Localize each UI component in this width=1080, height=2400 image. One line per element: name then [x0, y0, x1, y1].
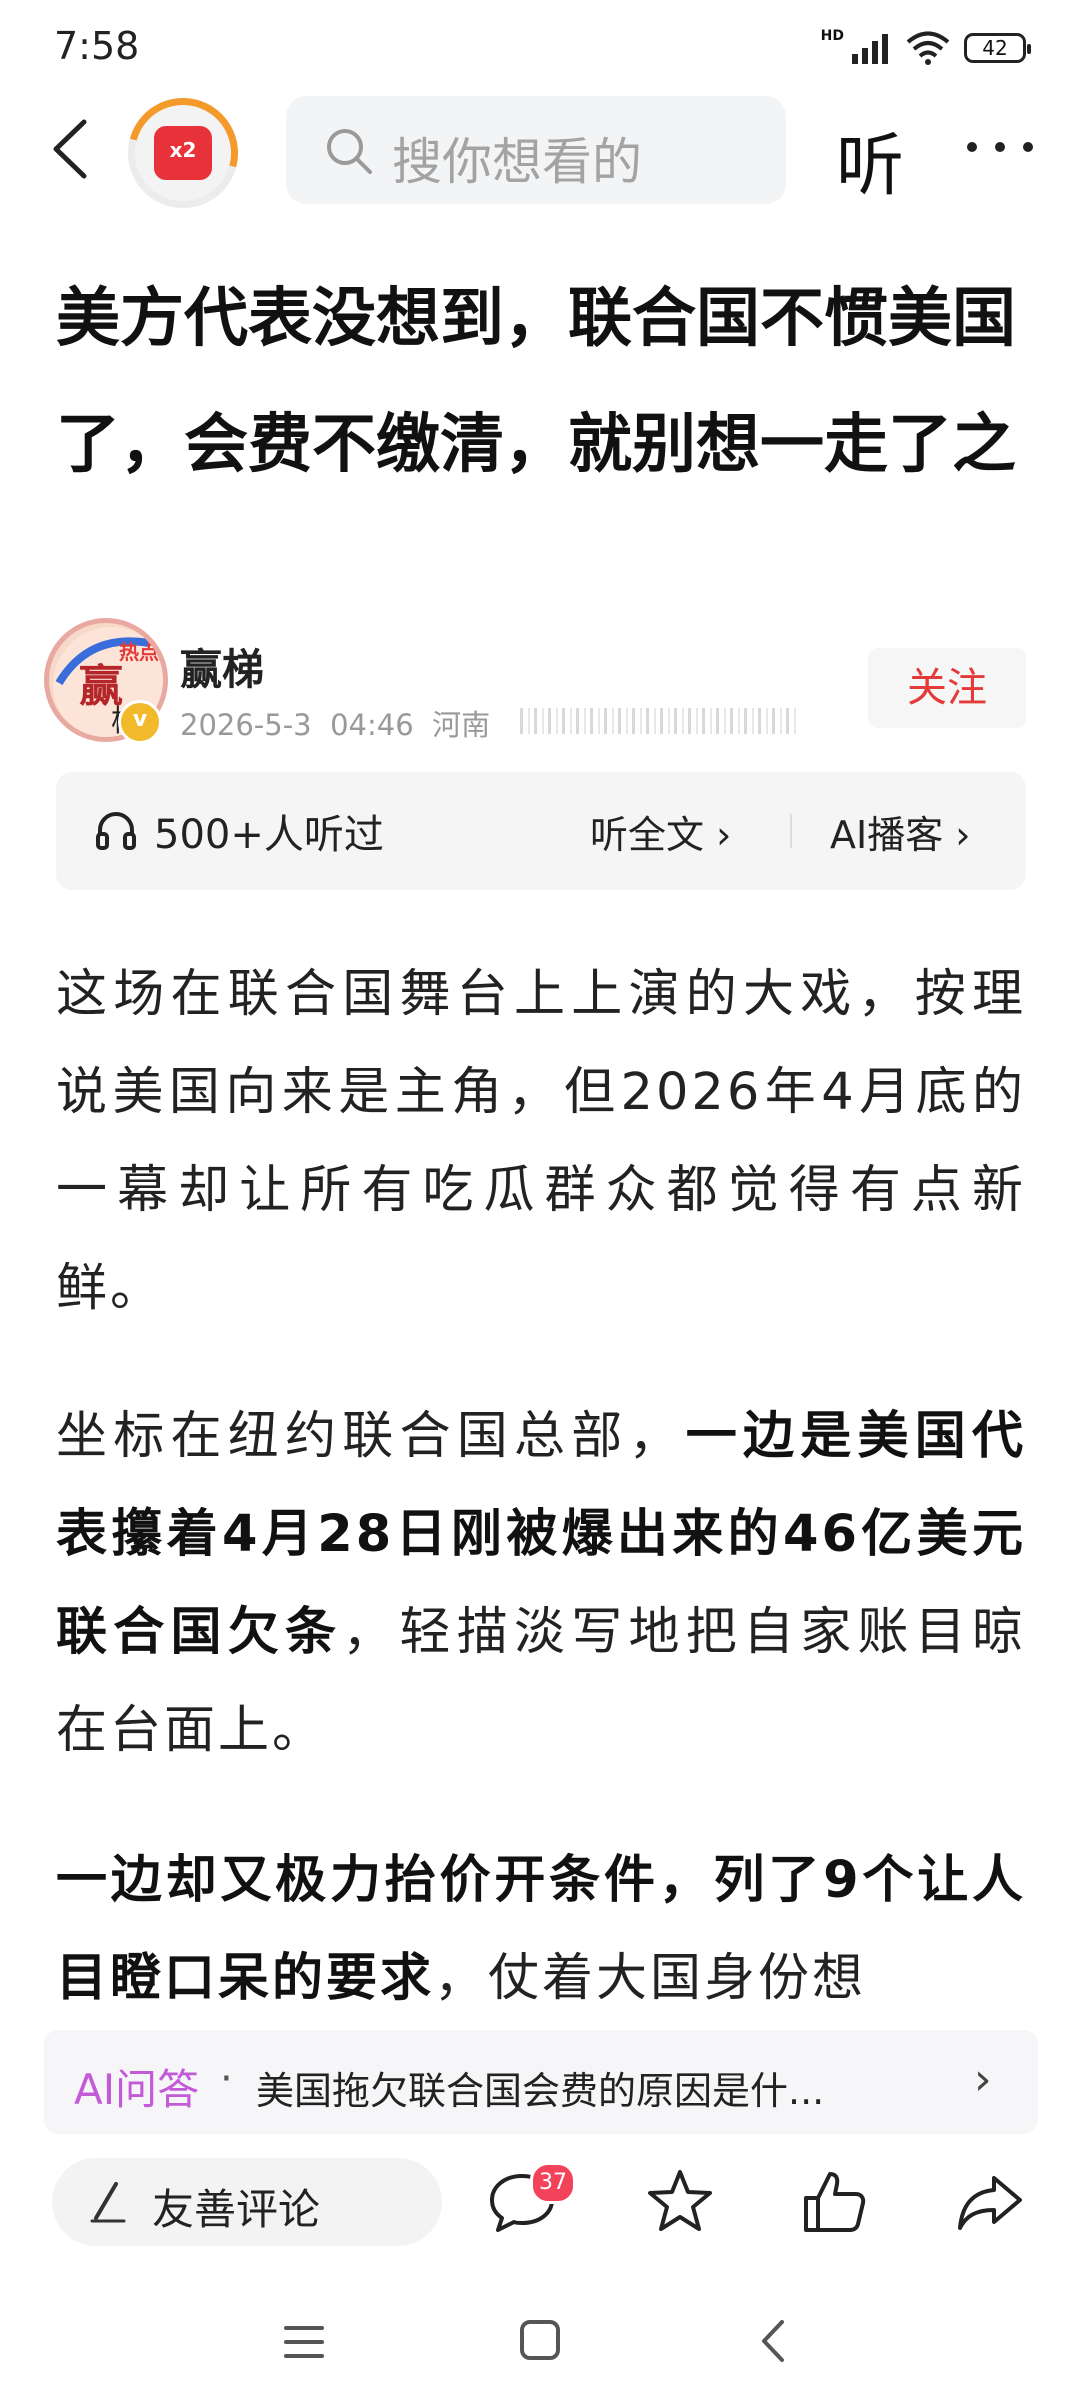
listen-count: 500+人听过	[154, 812, 384, 858]
back-icon[interactable]	[754, 2316, 794, 2366]
divider	[790, 814, 792, 848]
author-location: 河南	[432, 708, 491, 742]
battery-icon: 42	[964, 33, 1031, 63]
wifi-icon	[906, 31, 950, 65]
ai-qa-question: 美国拖欠联合国会费的原因是什...	[256, 2069, 825, 2113]
reward-multiplier: x2	[169, 138, 197, 162]
chevron-right-icon: ›	[974, 2054, 992, 2105]
article-title: 美方代表没想到，联合国不惯美国了，会费不缴清，就别想一走了之	[56, 282, 1016, 482]
menu-icon[interactable]	[282, 2320, 326, 2364]
paragraph-text: 坐标在纽约联合国总部，	[56, 1407, 686, 1466]
search-input[interactable]: 搜你想看的	[286, 96, 786, 204]
back-icon[interactable]	[40, 114, 110, 184]
ai-qa-bar[interactable]: AI问答 · 美国拖欠联合国会费的原因是什... ›	[44, 2030, 1038, 2134]
follow-button[interactable]: 关注	[868, 648, 1026, 728]
star-icon[interactable]	[644, 2166, 716, 2238]
listen-button[interactable]: 听	[836, 110, 904, 209]
network-type: HD	[820, 28, 844, 44]
bottom-action-bar: 友善评论 37	[0, 2134, 1080, 2284]
headphone-icon	[96, 812, 136, 850]
publish-date: 2026-5-3	[180, 708, 312, 742]
author-meta: 2026-5-3 04:46 河南	[180, 702, 490, 744]
status-bar: 7:58 HD 42	[0, 0, 1080, 90]
ai-podcast-button[interactable]: AI播客 ›	[830, 804, 970, 859]
svg-text:热点: 热点	[119, 640, 159, 664]
share-icon[interactable]	[954, 2166, 1026, 2238]
thumbs-up-icon[interactable]	[798, 2166, 870, 2238]
comment-count-badge: 37	[530, 2162, 576, 2204]
search-icon	[327, 129, 372, 174]
blurred-info	[520, 708, 800, 734]
article-paragraph: 一边却又极力抬价开条件，列了9个让人目瞪口呆的要求，仗着大国身份想	[56, 1832, 1026, 2028]
more-options-icon[interactable]	[960, 122, 1040, 172]
paragraph-text: ，仗着大国身份想	[434, 1949, 867, 2008]
publish-time: 04:46	[330, 708, 414, 742]
verified-icon: v	[118, 700, 162, 744]
listen-full-text-button[interactable]: 听全文 ›	[590, 804, 731, 859]
ai-qa-separator: ·	[220, 2056, 233, 2102]
author-name[interactable]: 赢梯	[180, 636, 264, 697]
home-icon[interactable]	[518, 2318, 562, 2362]
top-nav-bar: x2 搜你想看的 听	[0, 77, 1080, 229]
listen-bar: 500+人听过 听全文 › AI播客 ›	[56, 772, 1026, 890]
comment-placeholder: 友善评论	[152, 2185, 321, 2234]
signal-icon	[852, 34, 888, 64]
reward-badge[interactable]: x2	[107, 77, 259, 229]
comment-input[interactable]: 友善评论	[52, 2158, 442, 2246]
ai-qa-label: AI问答	[74, 2065, 200, 2114]
search-placeholder: 搜你想看的	[392, 133, 642, 191]
status-icons: HD 42	[820, 28, 1031, 68]
article-paragraph: 这场在联合国舞台上上演的大戏，按理说美国向来是主角，但2026年4月底的一幕却让…	[56, 965, 1026, 1318]
status-time: 7:58	[54, 24, 140, 68]
article-paragraph: 坐标在纽约联合国总部，一边是美国代表攥着4月28日刚被爆出来的46亿美元联合国欠…	[56, 1388, 1026, 1780]
system-nav-bar	[0, 2284, 1080, 2400]
pen-icon	[90, 2182, 126, 2223]
